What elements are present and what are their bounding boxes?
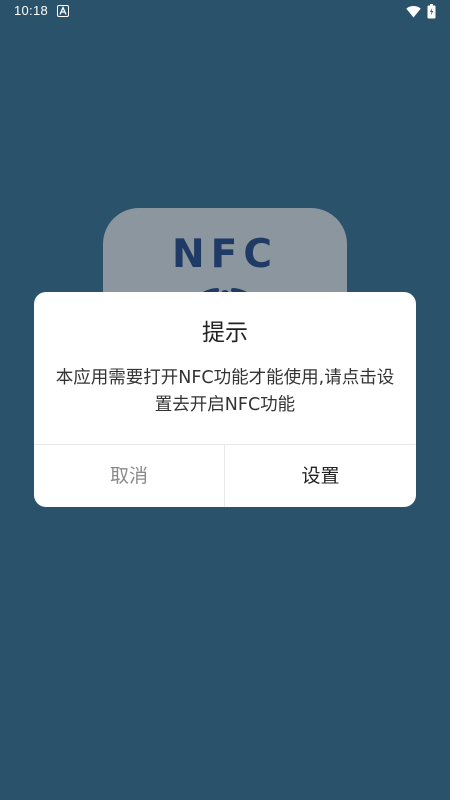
nfc-prompt-dialog: 提示 本应用需要打开NFC功能才能使用,请点击设置去开启NFC功能 取消 设置 (34, 292, 416, 507)
dialog-title: 提示 (202, 320, 248, 346)
dialog-message: 本应用需要打开NFC功能才能使用,请点击设置去开启NFC功能 (55, 368, 395, 415)
cancel-button[interactable]: 取消 (34, 445, 224, 507)
settings-button[interactable]: 设置 (225, 445, 416, 507)
